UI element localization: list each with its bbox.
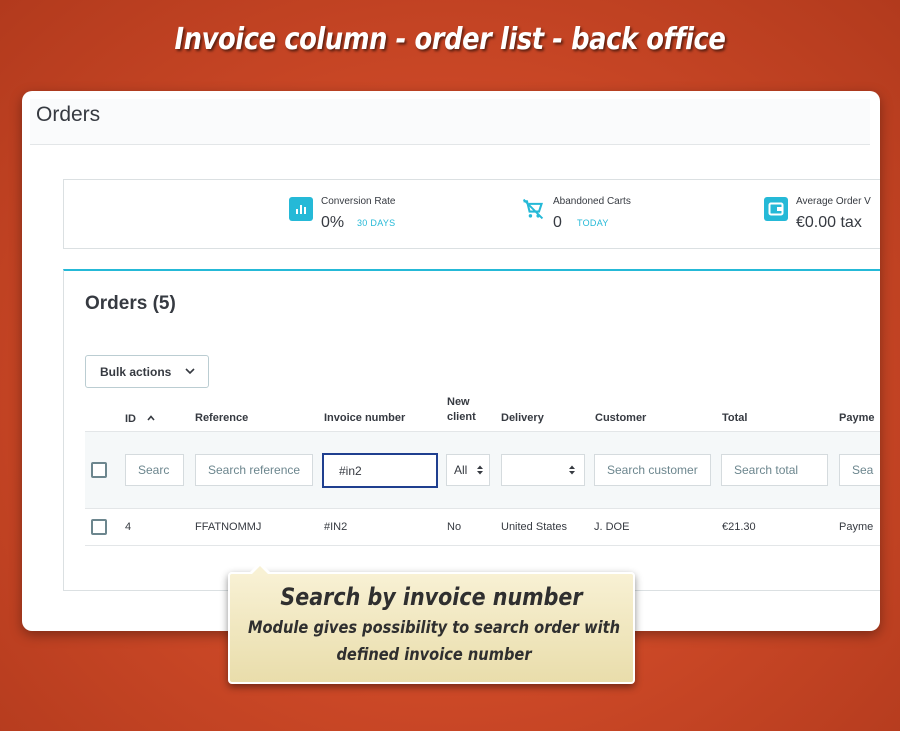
cell-total: €21.30	[722, 521, 756, 533]
column-header-customer[interactable]: Customer	[595, 411, 646, 426]
payment-filter-input[interactable]: Sea	[839, 454, 880, 486]
kpi-value: €0.00 tax	[796, 214, 862, 231]
bulk-actions-button[interactable]: Bulk actions	[85, 355, 209, 388]
callout-arrow-inner	[251, 566, 269, 575]
column-header-id[interactable]: ID	[125, 411, 155, 427]
sort-ascending-icon[interactable]	[147, 411, 155, 426]
delivery-filter-select[interactable]	[501, 454, 585, 486]
kpi-period: 30 DAYS	[357, 218, 396, 228]
kpi-label: Average Order V	[796, 196, 871, 207]
new-client-filter-value: All	[454, 463, 468, 477]
column-header-payment[interactable]: Payme	[839, 411, 874, 426]
customer-filter-input[interactable]: Search customer	[594, 454, 711, 486]
cell-customer: J. DOE	[594, 521, 630, 533]
table-row[interactable]: 4 FFATNOMMJ #IN2 No United States J. DOE…	[85, 509, 880, 546]
column-header-reference[interactable]: Reference	[195, 411, 248, 426]
column-header-invoice-number[interactable]: Invoice number	[324, 411, 405, 426]
invoice-number-filter-input[interactable]: #in2	[322, 453, 438, 488]
filter-row: Searc Search reference #in2 All Search c…	[85, 431, 880, 509]
orders-card: Orders (5) Bulk actions ID Reference Inv…	[63, 269, 880, 591]
column-header-total[interactable]: Total	[722, 411, 747, 426]
cell-delivery: United States	[501, 521, 568, 533]
column-header-delivery[interactable]: Delivery	[501, 411, 544, 426]
wallet-icon	[764, 197, 788, 221]
callout-title: Search by invoice number	[280, 583, 583, 611]
column-header-label: ID	[125, 413, 136, 425]
chevron-down-icon	[184, 365, 196, 380]
cell-new-client: No	[447, 521, 462, 533]
admin-panel: Orders Conversion Rate 0% 30 DAYS Abando…	[22, 91, 880, 631]
select-arrows-icon	[568, 464, 576, 479]
select-arrows-icon	[476, 464, 484, 479]
bulk-actions-label: Bulk actions	[100, 364, 172, 379]
kpi-period: TODAY	[577, 218, 609, 228]
select-all-checkbox[interactable]	[91, 462, 107, 478]
reference-filter-input[interactable]: Search reference	[195, 454, 313, 486]
kpi-value: 0%	[321, 214, 345, 231]
new-client-filter-select[interactable]: All	[446, 454, 490, 486]
cell-payment: Payme	[839, 521, 874, 533]
callout-tooltip: Search by invoice number Module gives po…	[228, 562, 635, 684]
kpi-label: Conversion Rate	[321, 196, 396, 207]
kpi-value: 0	[553, 214, 562, 231]
total-filter-input[interactable]: Search total	[721, 454, 828, 486]
id-filter-input[interactable]: Searc	[125, 454, 184, 486]
callout-description: Module gives possibility to search order…	[247, 618, 621, 665]
banner-title: Invoice column - order list - back offic…	[174, 22, 726, 57]
cart-icon	[521, 197, 545, 221]
cell-id: 4	[125, 521, 132, 533]
kpi-bar: Conversion Rate 0% 30 DAYS Abandoned Car…	[63, 179, 880, 249]
cell-reference: FFATNOMMJ	[195, 521, 262, 533]
row-checkbox[interactable]	[91, 519, 107, 535]
kpi-label: Abandoned Carts	[553, 196, 631, 207]
column-header-new-client[interactable]: New client	[447, 395, 483, 425]
page-title: Orders	[36, 103, 101, 126]
page-header: Orders	[30, 99, 870, 145]
orders-title: Orders (5)	[85, 293, 176, 314]
bar-chart-icon	[289, 197, 313, 221]
cell-invoice-number: #IN2	[324, 521, 348, 533]
